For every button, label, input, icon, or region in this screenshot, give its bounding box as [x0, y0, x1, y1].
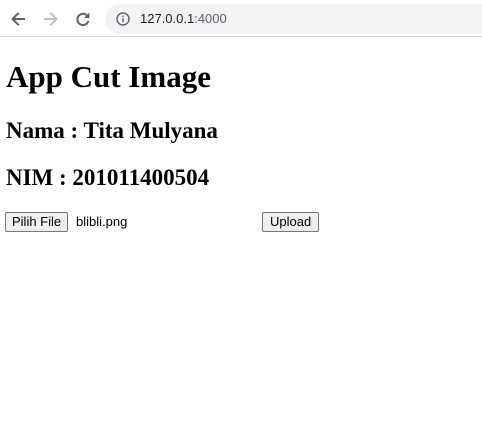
info-icon[interactable] [116, 12, 130, 26]
reload-icon [76, 12, 90, 26]
url-host: 127.0.0.1 [140, 11, 195, 26]
arrow-left-icon [11, 12, 25, 26]
reload-button[interactable] [71, 7, 95, 31]
student-nim-heading: NIM : 201011400504 [6, 165, 210, 190]
back-button[interactable] [6, 7, 30, 31]
page-content: App Cut Image Nama : Tita Mulyana NIM : … [0, 37, 482, 423]
address-bar[interactable]: 127.0.0.1:4000 [105, 4, 482, 34]
student-name-heading: Nama : Tita Mulyana [6, 118, 218, 143]
page-title: App Cut Image [6, 59, 211, 94]
url-port: :4000 [194, 11, 227, 26]
selected-file-name: blibli.png [76, 214, 128, 229]
browser-toolbar: 127.0.0.1:4000 [0, 0, 482, 37]
forward-button[interactable] [39, 7, 63, 31]
choose-file-button[interactable]: Pilih File [5, 212, 69, 232]
url-text[interactable]: 127.0.0.1:4000 [140, 11, 227, 27]
arrow-right-icon [44, 12, 58, 26]
upload-button[interactable]: Upload [262, 212, 320, 232]
